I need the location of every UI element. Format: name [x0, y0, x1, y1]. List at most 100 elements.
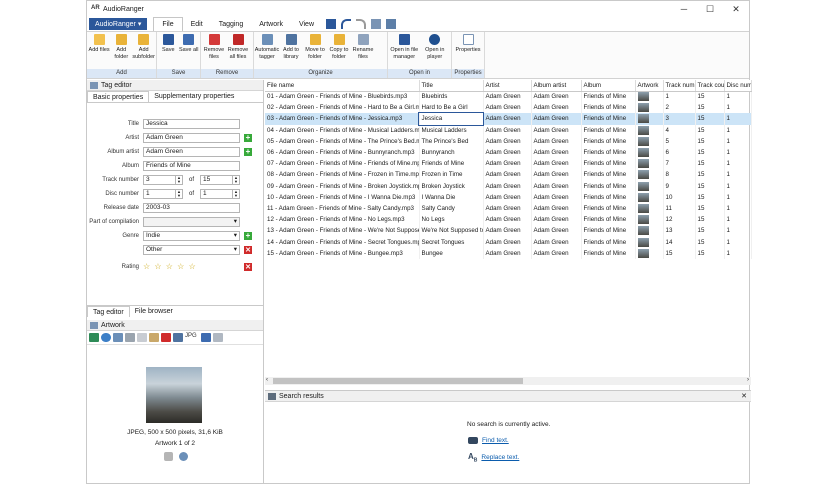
- cell-artist[interactable]: Adam Green: [483, 113, 532, 125]
- cell-album-artist[interactable]: Adam Green: [531, 247, 582, 259]
- cell-track-count[interactable]: 15: [695, 169, 725, 181]
- delete-artwork-icon[interactable]: [161, 333, 171, 342]
- table-row[interactable]: 10 - Adam Green - Friends of Mine - I Wa…: [265, 191, 752, 203]
- tab-basic-properties[interactable]: Basic properties: [87, 91, 150, 102]
- cell-disc-number[interactable]: 1: [724, 202, 752, 215]
- album-artist-field[interactable]: Adam Green: [143, 146, 240, 157]
- web-search-icon[interactable]: [101, 333, 111, 342]
- cell-disc-number[interactable]: 1: [724, 124, 752, 136]
- close-button[interactable]: ✕: [723, 4, 749, 15]
- cell-album-artist[interactable]: Adam Green: [531, 124, 582, 136]
- add-subfolder-button[interactable]: Add subfolder: [132, 34, 155, 69]
- app-menu-button[interactable]: AudioRanger ▾: [89, 18, 148, 30]
- cell-title[interactable]: Broken Joystick: [419, 180, 484, 192]
- cell-file-name[interactable]: 05 - Adam Green - Friends of Mine - The …: [265, 135, 420, 147]
- cell-album[interactable]: Friends of Mine: [581, 236, 636, 248]
- copy-to-folder-button[interactable]: Copy to folder: [327, 34, 351, 69]
- cell-title[interactable]: Frozen in Time: [419, 169, 484, 181]
- scan-icon[interactable]: [371, 19, 381, 29]
- cell-artist[interactable]: Adam Green: [483, 158, 532, 170]
- remove-genre-icon[interactable]: ✕: [244, 245, 252, 254]
- cell-disc-number[interactable]: 1: [724, 247, 752, 259]
- cell-track-number[interactable]: 13: [663, 225, 696, 237]
- cell-track-count[interactable]: 15: [695, 214, 725, 226]
- cell-file-name[interactable]: 09 - Adam Green - Friends of Mine - Brok…: [265, 180, 420, 192]
- track-count-spinner-icon[interactable]: ▲ ▼: [232, 175, 239, 184]
- menu-artwork[interactable]: Artwork: [251, 17, 291, 31]
- cell-album[interactable]: Friends of Mine: [581, 214, 636, 226]
- cell-track-number[interactable]: 2: [663, 102, 696, 114]
- cell-title[interactable]: Secret Tongues: [419, 236, 484, 248]
- column-album[interactable]: Album: [581, 80, 636, 92]
- cell-artwork[interactable]: [635, 113, 664, 125]
- menu-edit[interactable]: Edit: [183, 17, 211, 31]
- add-album-artist-icon[interactable]: +: [244, 147, 252, 156]
- column-title[interactable]: Title: [419, 80, 484, 92]
- cell-track-number[interactable]: 11: [663, 202, 696, 215]
- cell-track-number[interactable]: 7: [663, 158, 696, 170]
- cell-track-count[interactable]: 15: [695, 135, 725, 147]
- cell-artist[interactable]: Adam Green: [483, 135, 532, 147]
- cell-album[interactable]: Friends of Mine: [581, 124, 636, 136]
- track-number-field[interactable]: 3 ▲ ▼: [143, 174, 183, 185]
- cell-track-count[interactable]: 15: [695, 236, 725, 248]
- export-artwork-icon[interactable]: [173, 333, 183, 342]
- column-artwork[interactable]: Artwork: [635, 80, 664, 92]
- cell-track-number[interactable]: 10: [663, 191, 696, 203]
- table-row[interactable]: 01 - Adam Green - Friends of Mine - Blue…: [265, 91, 752, 103]
- cell-file-name[interactable]: 14 - Adam Green - Friends of Mine - Secr…: [265, 236, 420, 248]
- replace-text-link[interactable]: Replace text.: [481, 454, 519, 461]
- cell-disc-number[interactable]: 1: [724, 214, 752, 226]
- cell-album[interactable]: Friends of Mine: [581, 158, 636, 170]
- cell-album-artist[interactable]: Adam Green: [531, 135, 582, 147]
- menu-tagging[interactable]: Tagging: [211, 17, 252, 31]
- cell-disc-number[interactable]: 1: [724, 158, 752, 170]
- cell-title[interactable]: Friends of Mine: [419, 158, 484, 170]
- rating-stars[interactable]: ☆ ☆ ☆ ☆ ☆: [143, 262, 240, 271]
- properties-button[interactable]: Properties: [453, 34, 483, 69]
- cell-track-number[interactable]: 1: [663, 91, 696, 103]
- disc-number-field[interactable]: 1 ▲ ▼: [143, 188, 183, 199]
- cell-track-count[interactable]: 15: [695, 124, 725, 136]
- cell-track-count[interactable]: 15: [695, 247, 725, 259]
- cell-album-artist[interactable]: Adam Green: [531, 191, 582, 203]
- cell-artist[interactable]: Adam Green: [483, 225, 532, 237]
- cell-track-count[interactable]: 15: [695, 202, 725, 215]
- cell-artwork[interactable]: [635, 102, 664, 114]
- table-row[interactable]: 07 - Adam Green - Friends of Mine - Frie…: [265, 158, 752, 170]
- cell-track-count[interactable]: 15: [695, 146, 725, 159]
- cell-album[interactable]: Friends of Mine: [581, 180, 636, 192]
- remove-all-files-button[interactable]: Remove all files: [226, 34, 250, 69]
- cell-title[interactable]: Bungee: [419, 247, 484, 259]
- add-artist-icon[interactable]: +: [244, 133, 252, 142]
- tab-tag-editor[interactable]: Tag editor: [87, 306, 130, 317]
- cell-disc-number[interactable]: 1: [724, 91, 752, 103]
- cell-artist[interactable]: Adam Green: [483, 169, 532, 181]
- column-disc-number[interactable]: Disc num: [724, 80, 752, 92]
- find-text-link[interactable]: Find text.: [482, 437, 509, 444]
- cell-track-number[interactable]: 15: [663, 247, 696, 259]
- more-options-icon[interactable]: [213, 333, 223, 342]
- scroll-left-icon[interactable]: ‹: [266, 377, 268, 383]
- open-in-file-manager-button[interactable]: Open in file manager: [389, 34, 419, 69]
- cell-file-name[interactable]: 04 - Adam Green - Friends of Mine - Musi…: [265, 124, 420, 136]
- cell-artwork[interactable]: [635, 124, 664, 136]
- genre-select[interactable]: Indie ▾: [143, 230, 240, 241]
- cell-artwork[interactable]: [635, 236, 664, 248]
- table-row[interactable]: 14 - Adam Green - Friends of Mine - Secr…: [265, 236, 752, 248]
- clear-rating-icon[interactable]: ✕: [244, 262, 252, 271]
- scrollbar-thumb[interactable]: [273, 378, 523, 384]
- cell-disc-number[interactable]: 1: [724, 135, 752, 147]
- open-in-player-button[interactable]: Open in player: [420, 34, 450, 69]
- cell-album[interactable]: Friends of Mine: [581, 247, 636, 259]
- cell-file-name[interactable]: 11 - Adam Green - Friends of Mine - Salt…: [265, 202, 420, 215]
- cell-file-name[interactable]: 10 - Adam Green - Friends of Mine - I Wa…: [265, 191, 420, 203]
- cell-disc-number[interactable]: 1: [724, 225, 752, 237]
- cell-album-artist[interactable]: Adam Green: [531, 214, 582, 226]
- add-artwork-icon[interactable]: [89, 333, 99, 342]
- table-row[interactable]: 11 - Adam Green - Friends of Mine - Salt…: [265, 202, 752, 215]
- paste-icon[interactable]: [149, 333, 159, 342]
- minimize-button[interactable]: ─: [671, 4, 697, 14]
- table-row[interactable]: 08 - Adam Green - Friends of Mine - Froz…: [265, 169, 752, 181]
- scan-artwork-icon[interactable]: [113, 333, 123, 342]
